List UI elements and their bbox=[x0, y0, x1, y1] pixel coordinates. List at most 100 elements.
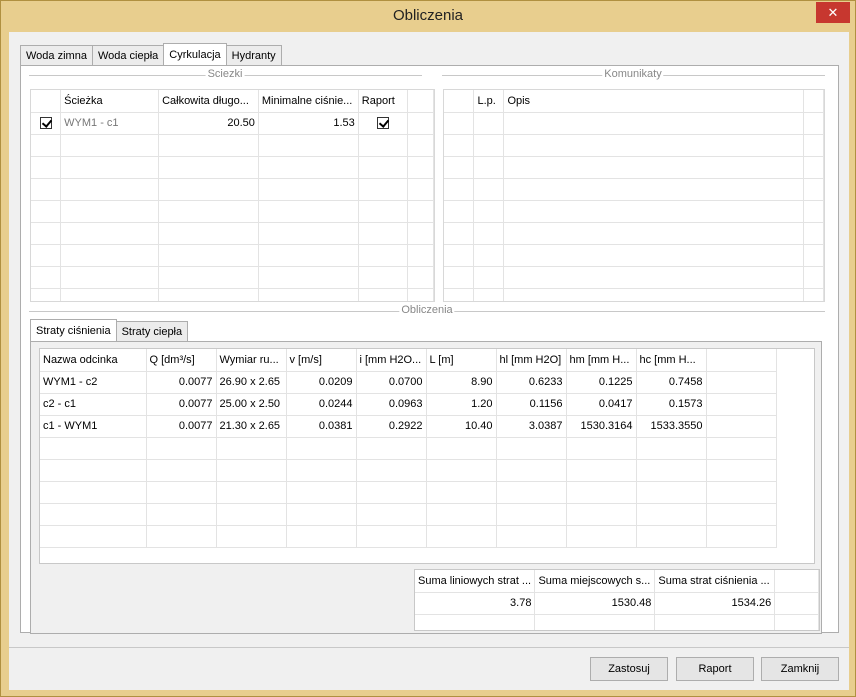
komunikaty-header-row: L.p. Opis bbox=[444, 90, 824, 113]
dialog-client: Woda zimna Woda ciepła Cyrkulacja Hydran… bbox=[9, 32, 849, 690]
sciezki-header-report[interactable]: Raport bbox=[358, 90, 408, 113]
summary-grid[interactable]: Suma liniowych strat ... Suma miejscowyc… bbox=[414, 569, 820, 631]
cell-l: 8.90 bbox=[426, 371, 497, 394]
cell-hm: 0.0417 bbox=[566, 393, 637, 416]
report-button[interactable]: Raport bbox=[676, 657, 754, 681]
empty-row bbox=[40, 437, 777, 460]
tab-woda-zimna[interactable]: Woda zimna bbox=[20, 45, 93, 65]
close-window-button[interactable]: ✕ bbox=[816, 2, 850, 23]
cell-nazwa: c1 - WYM1 bbox=[40, 415, 147, 438]
komunikaty-header-opis[interactable]: Opis bbox=[503, 90, 804, 113]
cell-hl: 0.1156 bbox=[496, 393, 567, 416]
empty-row bbox=[444, 266, 824, 289]
summary-row[interactable]: 3.78 1530.48 1534.26 bbox=[415, 592, 819, 615]
header-wymiar[interactable]: Wymiar ru... bbox=[216, 349, 287, 372]
empty-row bbox=[31, 134, 434, 157]
empty-row bbox=[31, 178, 434, 201]
header-hm[interactable]: hm [mm H... bbox=[566, 349, 637, 372]
empty-row bbox=[31, 156, 434, 179]
cell-nazwa: WYM1 - c2 bbox=[40, 371, 147, 394]
cell-hl: 0.6233 bbox=[496, 371, 567, 394]
empty-row bbox=[444, 200, 824, 223]
header-v[interactable]: v [m/s] bbox=[286, 349, 357, 372]
path-total-length: 20.50 bbox=[158, 112, 259, 135]
empty-row bbox=[40, 525, 777, 548]
cell-hc: 1533.3550 bbox=[636, 415, 707, 438]
sciezki-header-length[interactable]: Całkowita długo... bbox=[158, 90, 259, 113]
table-row[interactable]: c1 - WYM1 0.0077 21.30 x 2.65 0.0381 0.2… bbox=[40, 415, 777, 438]
header-suma-liniowych[interactable]: Suma liniowych strat ... bbox=[415, 570, 536, 593]
cyrkulacja-panel: Sciezki Ścieżka Całkowita długo... Minim… bbox=[20, 65, 839, 634]
header-nazwa[interactable]: Nazwa odcinka bbox=[40, 349, 147, 372]
header-q[interactable]: Q [dm³/s] bbox=[146, 349, 217, 372]
komunikaty-label: Komunikaty bbox=[602, 68, 664, 80]
tab-straty-cisnienia[interactable]: Straty ciśnienia bbox=[30, 319, 117, 341]
cell-hc: 0.7458 bbox=[636, 371, 707, 394]
suma-strat-value: 1534.26 bbox=[654, 592, 776, 615]
path-report-checkbox[interactable] bbox=[376, 117, 389, 130]
header-suma-strat[interactable]: Suma strat ciśnienia ... bbox=[654, 570, 776, 593]
empty-row bbox=[444, 244, 824, 267]
table-row[interactable]: WYM1 - c2 0.0077 26.90 x 2.65 0.0209 0.0… bbox=[40, 371, 777, 394]
komunikaty-header-filler bbox=[803, 90, 824, 113]
path-name: WYM1 - c1 bbox=[60, 112, 160, 135]
sciezki-grid[interactable]: Ścieżka Całkowita długo... Minimalne ciś… bbox=[30, 89, 435, 302]
table-row[interactable]: WYM1 - c1 20.50 1.53 bbox=[31, 112, 434, 135]
close-button[interactable]: Zamknij bbox=[761, 657, 839, 681]
header-filler bbox=[706, 349, 777, 372]
cell-wymiar: 21.30 x 2.65 bbox=[216, 415, 287, 438]
header-hl[interactable]: hl [mm H2O] bbox=[496, 349, 567, 372]
empty-row bbox=[444, 288, 824, 301]
header-suma-miejscowych[interactable]: Suma miejscowych s... bbox=[534, 570, 656, 593]
empty-row bbox=[415, 614, 819, 630]
title-bar[interactable]: Obliczenia ✕ bbox=[1, 1, 855, 33]
summary-header-filler bbox=[774, 570, 819, 593]
path-select-checkbox[interactable] bbox=[39, 117, 52, 130]
path-min-pressure: 1.53 bbox=[258, 112, 359, 135]
cell-l: 1.20 bbox=[426, 393, 497, 416]
empty-row bbox=[444, 134, 824, 157]
header-l[interactable]: L [m] bbox=[426, 349, 497, 372]
cell-nazwa: c2 - c1 bbox=[40, 393, 147, 416]
empty-row bbox=[444, 222, 824, 245]
empty-row bbox=[31, 244, 434, 267]
cell-l: 10.40 bbox=[426, 415, 497, 438]
cell-i: 0.2922 bbox=[356, 415, 427, 438]
obliczenia-table: Nazwa odcinka Q [dm³/s] Wymiar ru... v [… bbox=[40, 349, 777, 548]
suma-liniowych-value: 3.78 bbox=[415, 592, 536, 615]
obliczenia-tabs: Straty ciśnienia Straty ciepła bbox=[30, 319, 189, 341]
tab-woda-ciepla[interactable]: Woda ciepła bbox=[91, 45, 165, 65]
sciezki-header-check[interactable] bbox=[31, 90, 62, 113]
cell-hm: 1530.3164 bbox=[566, 415, 637, 438]
komunikaty-table: L.p. Opis bbox=[444, 90, 824, 301]
sciezki-header-path[interactable]: Ścieżka bbox=[60, 90, 160, 113]
table-row[interactable]: c2 - c1 0.0077 25.00 x 2.50 0.0244 0.096… bbox=[40, 393, 777, 416]
summary-table: Suma liniowych strat ... Suma miejscowyc… bbox=[415, 570, 819, 630]
empty-row bbox=[31, 222, 434, 245]
empty-row bbox=[40, 503, 777, 526]
cell-q: 0.0077 bbox=[146, 371, 217, 394]
sciezki-group: Sciezki bbox=[29, 68, 422, 80]
komunikaty-header-blank[interactable] bbox=[444, 90, 475, 113]
cell-v: 0.0381 bbox=[286, 415, 357, 438]
cell-v: 0.0209 bbox=[286, 371, 357, 394]
header-hc[interactable]: hc [mm H... bbox=[636, 349, 707, 372]
tab-cyrkulacja[interactable]: Cyrkulacja bbox=[163, 43, 227, 65]
sciezki-table: Ścieżka Całkowita długo... Minimalne ciś… bbox=[31, 90, 434, 301]
window-title: Obliczenia bbox=[392, 7, 464, 24]
komunikaty-grid[interactable]: L.p. Opis bbox=[443, 89, 825, 302]
tab-hydranty[interactable]: Hydranty bbox=[225, 45, 282, 65]
apply-button[interactable]: Zastosuj bbox=[590, 657, 668, 681]
komunikaty-header-lp[interactable]: L.p. bbox=[473, 90, 505, 113]
header-i[interactable]: i [mm H2O... bbox=[356, 349, 427, 372]
dialog-window: Obliczenia ✕ Woda zimna Woda ciepła Cyrk… bbox=[0, 0, 856, 697]
empty-row bbox=[31, 200, 434, 223]
tab-straty-ciepla[interactable]: Straty ciepła bbox=[115, 321, 189, 341]
empty-row bbox=[444, 178, 824, 201]
sciezki-header-pressure[interactable]: Minimalne ciśnie... bbox=[258, 90, 359, 113]
footer-separator bbox=[9, 647, 849, 648]
cell-v: 0.0244 bbox=[286, 393, 357, 416]
cell-q: 0.0077 bbox=[146, 415, 217, 438]
obliczenia-grid[interactable]: Nazwa odcinka Q [dm³/s] Wymiar ru... v [… bbox=[39, 348, 815, 564]
empty-row bbox=[444, 156, 824, 179]
